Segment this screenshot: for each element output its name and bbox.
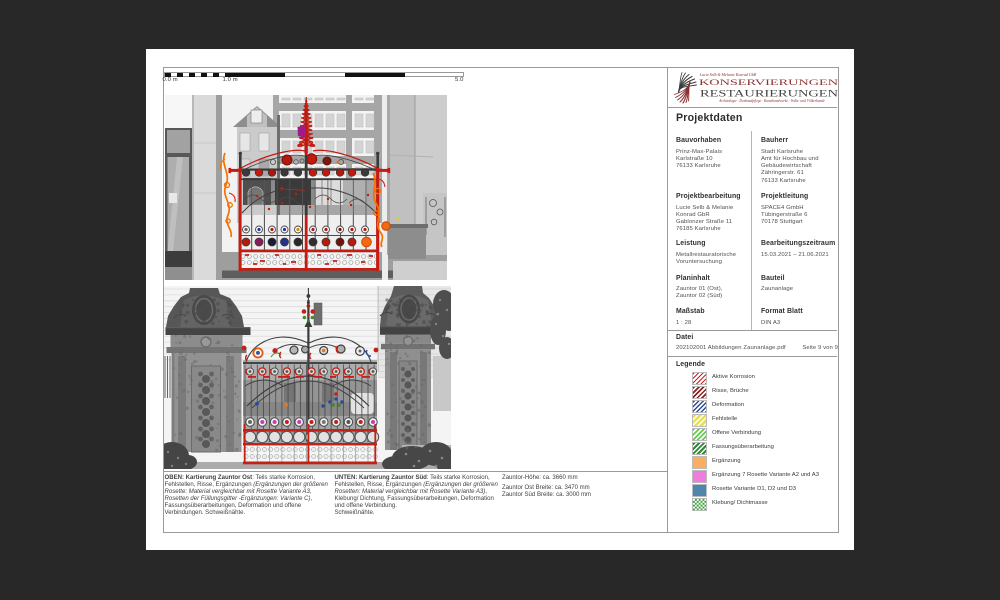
svg-text:KONSERVIERUNGEN: KONSERVIERUNGEN bbox=[699, 78, 838, 87]
svg-text:Lucie Selb & Melanie Konrad Gb: Lucie Selb & Melanie Konrad GbR bbox=[699, 72, 757, 77]
svg-text:Archäologie · Denkmalpflege ·: Archäologie · Denkmalpflege · Kunsthandw… bbox=[718, 99, 825, 103]
svg-text:RESTAURIERUNGEN: RESTAURIERUNGEN bbox=[700, 88, 838, 98]
